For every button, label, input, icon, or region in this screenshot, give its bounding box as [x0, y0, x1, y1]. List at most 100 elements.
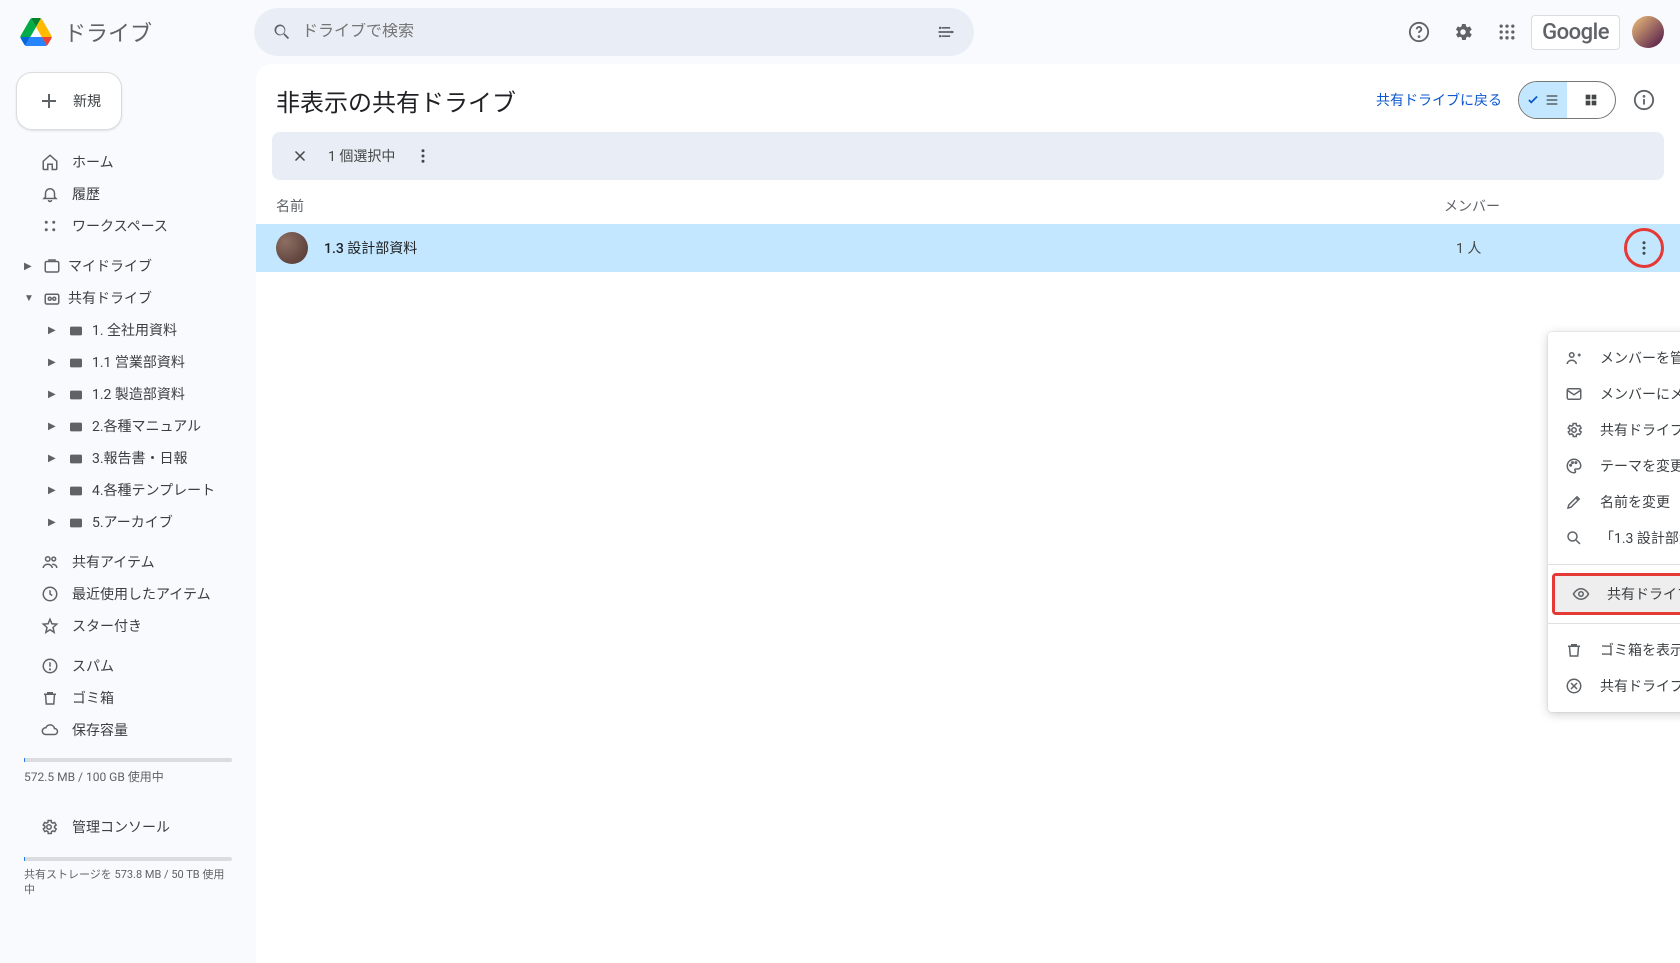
sidebar-spam[interactable]: スパム	[16, 650, 240, 682]
menu-search-within[interactable]: 「1.3 設計部資料」内を検索	[1548, 520, 1680, 556]
caret-down-icon[interactable]: ▼	[24, 293, 36, 304]
search-options-icon[interactable]	[926, 12, 966, 52]
shared-drive-icon	[66, 386, 86, 402]
sidebar-item-label: 共有ドライブ	[68, 288, 152, 308]
shared-drive-icon	[66, 514, 86, 530]
sidebar-shared-with-me[interactable]: 共有アイテム	[16, 546, 240, 578]
sidebar-starred[interactable]: スター付き	[16, 610, 240, 642]
menu-rename[interactable]: 名前を変更	[1548, 484, 1680, 520]
cloud-icon	[40, 721, 60, 739]
shared-storage-label: 共有ストレージを 573.8 MB / 50 TB 使用中	[16, 867, 240, 898]
search-input[interactable]	[302, 23, 926, 41]
column-name-header[interactable]: 名前	[276, 196, 1444, 216]
caret-right-icon[interactable]: ▶	[48, 453, 60, 464]
shared-drive-icon	[66, 322, 86, 338]
settings-icon[interactable]	[1443, 12, 1483, 52]
caret-right-icon[interactable]: ▶	[48, 325, 60, 336]
header-actions: Google	[1399, 12, 1664, 52]
shared-drives-icon	[42, 289, 62, 307]
shared-drive-icon	[66, 482, 86, 498]
row-more-actions-button[interactable]	[1626, 230, 1662, 266]
apps-icon[interactable]	[1487, 12, 1527, 52]
menu-unhide-shared-drive[interactable]: 共有ドライブを再表示	[1555, 576, 1680, 612]
drive-logo-icon	[16, 12, 56, 52]
page-header: 非表示の共有ドライブ 共有ドライブに戻る	[256, 72, 1680, 132]
menu-divider	[1548, 623, 1680, 624]
app-header: ドライブ Google	[0, 0, 1680, 64]
sidebar-item-label: マイドライブ	[68, 256, 152, 276]
details-info-icon[interactable]	[1624, 80, 1664, 120]
sidebar-item-label: 管理コンソール	[72, 817, 170, 837]
my-drive-icon	[42, 257, 62, 275]
new-button[interactable]: 新規	[16, 72, 122, 130]
sidebar-item-label: 保存容量	[72, 720, 128, 740]
menu-view-trash[interactable]: ゴミ箱を表示	[1548, 632, 1680, 668]
menu-item-label: テーマを変更	[1600, 456, 1680, 476]
menu-shared-drive-settings[interactable]: 共有ドライブの設定	[1548, 412, 1680, 448]
caret-right-icon[interactable]: ▶	[48, 389, 60, 400]
sidebar-drive-child[interactable]: ▶ 4.各種テンプレート	[40, 474, 240, 506]
sidebar-admin-console[interactable]: 管理コンソール	[16, 809, 240, 845]
account-avatar[interactable]	[1632, 16, 1664, 48]
sidebar-shared-drives[interactable]: ▼ 共有ドライブ	[16, 282, 240, 314]
menu-item-label: メンバーを管理	[1600, 348, 1680, 368]
search-bar[interactable]	[254, 8, 974, 56]
sidebar-activity[interactable]: 履歴	[16, 178, 240, 210]
sidebar-item-label: 最近使用したアイテム	[72, 584, 211, 604]
sidebar-item-label: ワークスペース	[72, 216, 168, 236]
caret-right-icon[interactable]: ▶	[48, 517, 60, 528]
sidebar-drive-child[interactable]: ▶2.各種マニュアル	[40, 410, 240, 442]
sidebar-item-label: スパム	[72, 656, 114, 676]
sidebar-workspaces[interactable]: ワークスペース	[16, 210, 240, 242]
clear-selection-icon[interactable]	[280, 136, 320, 176]
sidebar-my-drive[interactable]: ▶ マイドライブ	[16, 250, 240, 282]
menu-manage-members[interactable]: メンバーを管理	[1548, 340, 1680, 376]
row-name-label: 1.3 設計部資料	[324, 238, 1456, 258]
sidebar-drive-child[interactable]: ▶1.2 製造部資料	[40, 378, 240, 410]
caret-right-icon[interactable]: ▶	[48, 357, 60, 368]
sidebar-item-label: 4.各種テンプレート	[92, 480, 215, 500]
selection-bar: 1 個選択中	[272, 132, 1664, 180]
sidebar-item-label: 3.報告書・日報	[92, 448, 188, 468]
shared-drive-icon	[66, 354, 86, 370]
sidebar-drive-child[interactable]: ▶ 3.報告書・日報	[40, 442, 240, 474]
star-icon	[40, 617, 60, 635]
context-menu: メンバーを管理 メンバーにメールを送信 共有ドライブの設定 テーマを変更▶ 名前…	[1548, 332, 1680, 712]
sidebar-drive-child[interactable]: ▶1. 全社用資料	[40, 314, 240, 346]
menu-item-label: メンバーにメールを送信	[1600, 384, 1680, 404]
help-icon[interactable]	[1399, 12, 1439, 52]
table-row[interactable]: 1.3 設計部資料 1 人	[256, 224, 1680, 272]
sidebar-item-label: ホーム	[72, 152, 114, 172]
email-icon	[1564, 385, 1584, 403]
delete-icon	[1564, 677, 1584, 695]
logo-area[interactable]: ドライブ	[16, 12, 246, 52]
caret-right-icon[interactable]: ▶	[48, 485, 60, 496]
search-icon[interactable]	[262, 12, 302, 52]
grid-view-button[interactable]	[1567, 82, 1615, 118]
shared-drive-icon	[66, 450, 86, 466]
back-to-shared-drives-link[interactable]: 共有ドライブに戻る	[1376, 90, 1502, 110]
menu-delete-shared-drive[interactable]: 共有ドライブを削除	[1548, 668, 1680, 704]
selection-more-icon[interactable]	[403, 136, 443, 176]
sidebar-storage[interactable]: 保存容量	[16, 714, 240, 746]
menu-change-theme[interactable]: テーマを変更▶	[1548, 448, 1680, 484]
sidebar-home[interactable]: ホーム	[16, 146, 240, 178]
new-button-label: 新規	[73, 91, 101, 111]
caret-right-icon[interactable]: ▶	[24, 261, 36, 272]
search-icon	[1564, 529, 1584, 547]
main-content: 非表示の共有ドライブ 共有ドライブに戻る	[256, 64, 1680, 963]
home-icon	[40, 153, 60, 171]
list-view-button[interactable]	[1519, 82, 1567, 118]
caret-right-icon[interactable]: ▶	[48, 421, 60, 432]
menu-email-members[interactable]: メンバーにメールを送信	[1548, 376, 1680, 412]
sidebar-trash[interactable]: ゴミ箱	[16, 682, 240, 714]
sidebar-drive-child[interactable]: ▶5.アーカイブ	[40, 506, 240, 538]
trash-icon	[1564, 641, 1584, 659]
google-logo[interactable]: Google	[1531, 15, 1620, 50]
eye-icon	[1571, 585, 1591, 603]
menu-item-label: 共有ドライブを再表示	[1607, 584, 1680, 604]
menu-item-label: 名前を変更	[1600, 492, 1670, 512]
sidebar-drive-child[interactable]: ▶1.1 営業部資料	[40, 346, 240, 378]
trash-icon	[40, 689, 60, 707]
sidebar-recent[interactable]: 最近使用したアイテム	[16, 578, 240, 610]
